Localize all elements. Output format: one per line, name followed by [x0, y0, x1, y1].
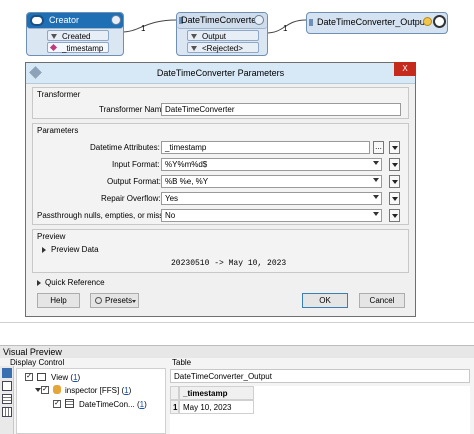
input-handle-icon	[309, 19, 313, 26]
preview-data-label[interactable]: Preview Data	[51, 245, 99, 254]
creator-attribute: _timestamp	[47, 42, 109, 53]
datetimeconverter-node[interactable]: DateTimeConverter Output <Rejected>	[176, 12, 268, 56]
datetime-attributes-label: Datetime Attributes:	[90, 143, 160, 152]
canvas-separator	[0, 322, 474, 345]
input-format-menu-button[interactable]	[389, 158, 400, 171]
parameters-section-label: Parameters	[37, 126, 79, 135]
view-icon	[37, 373, 46, 381]
chevron-down-icon	[392, 146, 398, 150]
chevron-down-icon	[373, 195, 379, 199]
grid-tool-icon[interactable]	[2, 407, 12, 417]
datetime-attributes-input[interactable]: _timestamp	[161, 141, 370, 154]
row-index: 1	[170, 400, 179, 414]
chevron-down-icon	[392, 163, 398, 167]
creator-node[interactable]: Creator Created _timestamp	[26, 12, 124, 56]
chevron-down-icon	[373, 178, 379, 182]
row-index-header	[170, 386, 179, 400]
visual-preview-header: Visual Preview	[0, 345, 474, 359]
transformer-name-input[interactable]: DateTimeConverter	[161, 103, 401, 116]
transformer-section: Transformer Transformer Name: DateTimeCo…	[32, 87, 409, 119]
passthrough-label: Passthrough nulls, empties, or missing:	[37, 211, 177, 220]
display-control-tree: ✓ View (1) ✓ inspector [FFS] (1) ✓ DateT…	[16, 368, 166, 434]
ok-button[interactable]: OK	[302, 293, 348, 308]
port-arrow-icon	[191, 46, 197, 51]
gear-icon[interactable]	[254, 15, 264, 25]
output-node-title: DateTimeConverter_Output	[317, 17, 428, 27]
port-arrow-icon	[191, 34, 197, 39]
display-control-label: Display Control	[10, 358, 65, 367]
creator-created-port[interactable]: Created	[47, 30, 109, 41]
creator-node-icon	[30, 15, 44, 26]
presets-button[interactable]: Presets	[90, 293, 139, 308]
help-button[interactable]: Help	[37, 293, 80, 308]
data-table: _timestamp 1 May 10, 2023	[170, 386, 470, 434]
table-tool-icon[interactable]	[2, 394, 12, 404]
dialog-title: DateTimeConverter Parameters	[156, 68, 285, 78]
chevron-down-icon	[392, 180, 398, 184]
presets-icon	[95, 297, 102, 304]
gear-icon[interactable]	[111, 15, 121, 25]
repair-overflow-label: Repair Overflow:	[101, 194, 161, 203]
link-count-1: 1	[141, 24, 146, 33]
output-format-menu-button[interactable]	[389, 175, 400, 188]
chevron-down-icon	[392, 214, 398, 218]
quick-reference-label[interactable]: Quick Reference	[45, 278, 105, 287]
browse-button[interactable]: ...	[373, 141, 384, 154]
dialog-titlebar[interactable]: DateTimeConverter Parameters X	[26, 62, 416, 84]
table-cell[interactable]: May 10, 2023	[179, 400, 254, 414]
display-toolbar	[0, 366, 14, 434]
datetime-attributes-menu-button[interactable]	[389, 141, 400, 154]
table-label: Table	[172, 358, 192, 367]
chevron-down-icon	[373, 161, 379, 165]
close-button[interactable]: X	[394, 62, 416, 76]
visual-preview-title: Visual Preview	[3, 347, 62, 357]
view-checkbox[interactable]: ✓	[25, 373, 33, 381]
pointer-tool-icon[interactable]	[2, 368, 12, 378]
creator-node-title: Creator	[49, 15, 80, 25]
cancel-button[interactable]: Cancel	[359, 293, 405, 308]
preview-section: Preview Preview Data 20230510 -> May 10,…	[32, 229, 409, 273]
tree-item-datetime[interactable]: DateTimeCon... (1)	[79, 400, 147, 409]
inspector-checkbox[interactable]: ✓	[41, 386, 49, 394]
preview-output: 20230510 -> May 10, 2023	[171, 259, 287, 268]
diamond-icon	[49, 43, 58, 52]
visual-preview-panel: Display Control Table ✓ View (1) ✓ inspe…	[0, 358, 474, 434]
chevron-down-icon	[132, 300, 136, 303]
inspector-sun-icon	[423, 17, 432, 26]
passthrough-select[interactable]: No	[161, 209, 382, 222]
quick-reference-arrow-icon[interactable]	[37, 280, 41, 286]
preview-section-label: Preview	[37, 232, 66, 241]
parameters-dialog: DateTimeConverter Parameters X Transform…	[25, 62, 416, 317]
transformer-section-label: Transformer	[37, 90, 81, 99]
datetimeconverter-title: DateTimeConverter	[181, 15, 260, 25]
repair-overflow-select[interactable]: Yes	[161, 192, 382, 205]
column-header-timestamp[interactable]: _timestamp	[179, 386, 254, 400]
repair-overflow-menu-button[interactable]	[389, 192, 400, 205]
database-icon	[53, 385, 61, 394]
table-icon	[65, 399, 74, 408]
output-node[interactable]: DateTimeConverter_Output	[306, 12, 448, 34]
input-format-select[interactable]: %Y%m%d$	[161, 158, 382, 171]
table-selector[interactable]: DateTimeConverter_Output	[170, 369, 470, 383]
chevron-down-icon	[373, 212, 379, 216]
link-count-2: 1	[283, 24, 288, 33]
tree-item-view[interactable]: View (1)	[51, 373, 80, 382]
converter-output-port[interactable]: Output	[187, 30, 259, 41]
port-arrow-icon	[51, 34, 57, 39]
magnifier-icon[interactable]	[433, 15, 446, 28]
passthrough-menu-button[interactable]	[389, 209, 400, 222]
output-format-label: Output Format:	[107, 177, 161, 186]
parameters-section: Parameters Datetime Attributes: _timesta…	[32, 123, 409, 225]
tree-item-inspector[interactable]: inspector [FFS] (1)	[65, 386, 131, 395]
datetime-checkbox[interactable]: ✓	[53, 400, 61, 408]
workflow-canvas: 1 1 Creator Created _timestamp DateTimeC…	[0, 0, 474, 58]
input-format-label: Input Format:	[112, 160, 160, 169]
window-tool-icon[interactable]	[2, 381, 12, 391]
output-format-select[interactable]: %B %e, %Y	[161, 175, 382, 188]
expand-preview-arrow-icon[interactable]	[42, 247, 46, 253]
transformer-name-label: Transformer Name:	[99, 105, 169, 114]
converter-rejected-port[interactable]: <Rejected>	[187, 42, 259, 53]
chevron-down-icon	[392, 197, 398, 201]
